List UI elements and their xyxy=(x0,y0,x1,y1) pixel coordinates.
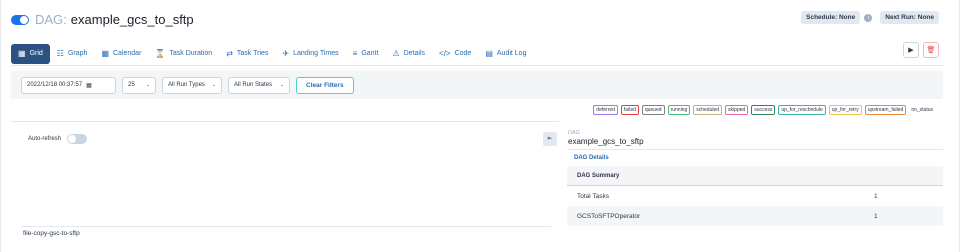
legend-up-for-retry[interactable]: up_for_retry xyxy=(828,105,862,115)
code-icon: </> xyxy=(439,49,451,58)
run-type-value: All Run Types xyxy=(168,82,205,88)
tab-audit-log[interactable]: ▤ Audit Log xyxy=(478,44,533,64)
next-run-badge: Next Run: None xyxy=(880,11,939,24)
details-divider xyxy=(567,149,943,150)
clear-filters-button[interactable]: Clear Filters xyxy=(296,76,354,94)
chevron-down-icon: ⌄ xyxy=(211,82,216,88)
row-value: 1 xyxy=(874,212,878,220)
run-state-value: All Run States xyxy=(234,82,273,88)
details-title: example_gcs_to_sftp xyxy=(568,137,644,146)
document-icon: ▤ xyxy=(485,49,493,58)
summary-header: DAG Summary xyxy=(577,172,620,179)
play-icon: ▶ xyxy=(908,47,914,54)
chevron-down-icon: ⌄ xyxy=(279,82,284,88)
run-count-value: 25 xyxy=(128,82,135,88)
row-value: 1 xyxy=(874,192,878,200)
tab-code[interactable]: </> Code xyxy=(432,44,478,64)
tab-task-duration[interactable]: ⌛ Task Duration xyxy=(148,44,219,64)
tab-calendar[interactable]: ▦ Calendar xyxy=(94,44,148,64)
hourglass-icon: ⌛ xyxy=(155,49,166,58)
grid-panel: Auto-refresh ⇤ file-copy-gsc-to-sftp xyxy=(11,121,559,245)
calendar-icon: ▦ xyxy=(101,49,109,58)
tab-label: Landing Times xyxy=(293,50,339,57)
tab-task-tries[interactable]: ⇄ Task Tries xyxy=(219,44,275,64)
trash-icon: 🗑 xyxy=(926,47,936,54)
table-row: Total Tasks 1 xyxy=(567,186,943,206)
tab-label: Audit Log xyxy=(496,50,527,57)
dag-header: DAG: example_gcs_to_sftp xyxy=(11,12,194,27)
tab-graph[interactable]: ☷ Graph xyxy=(50,44,95,64)
main-content: Auto-refresh ⇤ file-copy-gsc-to-sftp DAG… xyxy=(11,121,943,245)
legend-running[interactable]: running xyxy=(667,105,691,115)
gantt-icon: ≡ xyxy=(352,49,358,58)
details-breadcrumb: DAG xyxy=(568,130,580,136)
tab-label: Details xyxy=(403,50,426,57)
legend-queued[interactable]: queued xyxy=(641,105,665,115)
legend-deferred[interactable]: deferred xyxy=(593,105,618,115)
tab-label: Task Tries xyxy=(236,50,269,57)
legend-skipped[interactable]: skipped xyxy=(725,105,749,115)
auto-refresh-label: Auto-refresh xyxy=(28,136,62,142)
schedule-badge: Schedule: None xyxy=(801,11,861,24)
filter-bar: 2022/12/18 00:37:57 ▦ 25 ⌄ All Run Types… xyxy=(11,71,943,99)
tab-grid[interactable]: ▦ Grid xyxy=(11,43,50,64)
dag-title: example_gcs_to_sftp xyxy=(70,12,194,27)
delete-dag-button[interactable]: 🗑 xyxy=(923,42,939,58)
legend-up-for-reschedule[interactable]: up_for_reschedule xyxy=(778,105,826,115)
table-header: DAG Summary xyxy=(567,166,943,186)
dag-summary-table: DAG Summary Total Tasks 1 GCSToSFTPOpera… xyxy=(567,166,943,226)
row-label: GCSToSFTPOperator xyxy=(577,212,641,220)
run-type-select[interactable]: All Run Types ⌄ xyxy=(162,76,222,94)
legend-failed[interactable]: failed xyxy=(620,105,639,115)
grid-icon: ▦ xyxy=(18,49,26,58)
tab-label: Code xyxy=(454,50,472,57)
tab-label: Grid xyxy=(29,50,43,57)
run-state-select[interactable]: All Run States ⌄ xyxy=(228,76,290,94)
legend-success[interactable]: success xyxy=(751,105,776,115)
dag-pause-toggle[interactable] xyxy=(11,14,29,25)
trigger-dag-button[interactable]: ▶ xyxy=(903,42,919,58)
run-count-select[interactable]: 25 ⌄ xyxy=(122,76,156,94)
dag-actions: ▶ 🗑 xyxy=(903,42,939,58)
date-value: 2022/12/18 00:37:57 xyxy=(27,82,83,88)
refresh-icon: ⇄ xyxy=(226,49,233,58)
grid-divider xyxy=(21,226,551,227)
collapse-details-button[interactable]: ⇤ xyxy=(543,132,557,146)
legend-upstream-failed[interactable]: upstream_failed xyxy=(864,105,907,115)
state-legend: deferred failed queued running scheduled… xyxy=(593,105,935,115)
tab-label: Calendar xyxy=(113,50,142,57)
tab-dag-details[interactable]: DAG Details xyxy=(574,155,609,161)
date-filter-input[interactable]: 2022/12/18 00:37:57 ▦ xyxy=(21,76,116,94)
chevron-down-icon: ⌄ xyxy=(145,82,150,88)
tab-label: Task Duration xyxy=(169,50,213,57)
auto-refresh-toggle[interactable] xyxy=(67,134,88,144)
tab-label: Gantt xyxy=(361,50,379,57)
tab-details[interactable]: ⚠ Details xyxy=(385,44,432,64)
warning-icon: ⚠ xyxy=(392,49,400,58)
landing-icon: ✈ xyxy=(282,49,290,58)
tab-label: Graph xyxy=(67,50,88,57)
row-label: Total Tasks xyxy=(577,192,610,200)
app-page: DAG: example_gcs_to_sftp Schedule: None … xyxy=(0,0,960,252)
table-row: GCSToSFTPOperator 1 xyxy=(567,206,943,226)
legend-no-status[interactable]: no_status xyxy=(909,106,935,114)
legend-scheduled[interactable]: scheduled xyxy=(693,105,723,115)
task-row-label[interactable]: file-copy-gsc-to-sftp xyxy=(23,230,80,237)
dag-prefix: DAG: xyxy=(35,12,67,27)
tab-gantt[interactable]: ≡ Gantt xyxy=(346,44,386,64)
info-icon[interactable]: i xyxy=(864,13,873,22)
calendar-icon: ▦ xyxy=(86,82,92,89)
details-panel: DAG example_gcs_to_sftp DAG Details DAG … xyxy=(567,121,943,245)
tab-landing-times[interactable]: ✈ Landing Times xyxy=(275,44,345,64)
dag-nav-tabs: ▦ Grid ☷ Graph ▦ Calendar ⌛ Task Duratio… xyxy=(11,42,943,66)
graph-icon: ☷ xyxy=(56,49,64,58)
auto-refresh: Auto-refresh xyxy=(28,134,88,144)
schedule-info: Schedule: None i Next Run: None xyxy=(801,11,939,24)
